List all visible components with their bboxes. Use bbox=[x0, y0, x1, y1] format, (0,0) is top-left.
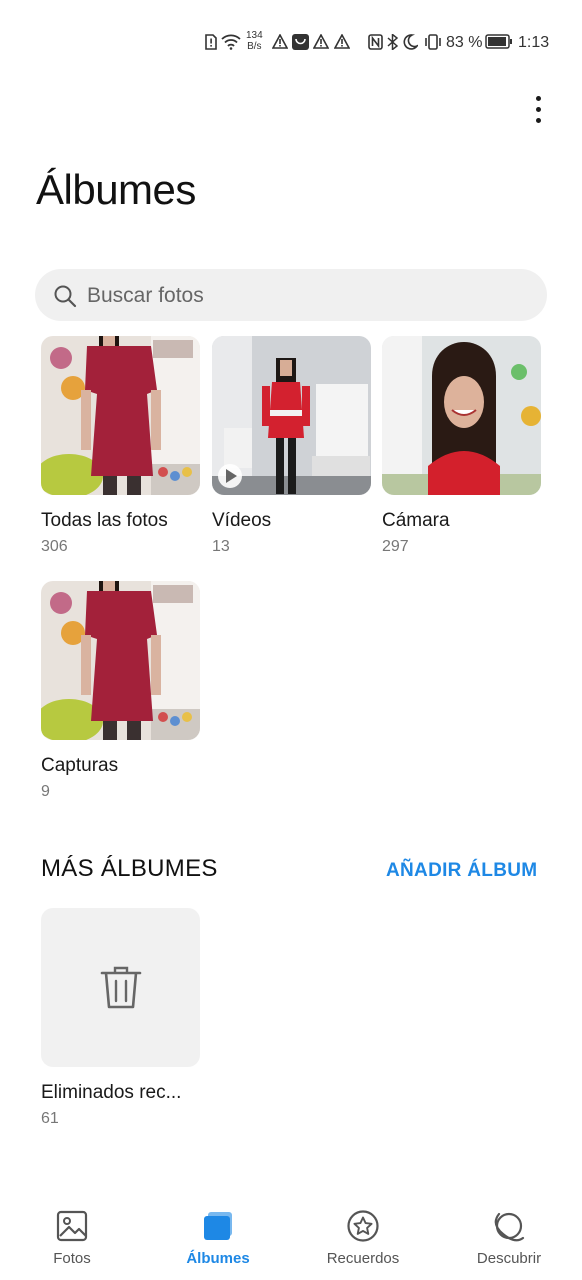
album-name: Cámara bbox=[382, 510, 450, 531]
album-name: Todas las fotos bbox=[41, 510, 168, 531]
trash-icon bbox=[100, 966, 142, 1009]
nav-memories[interactable]: Recuerdos bbox=[303, 1196, 423, 1276]
nav-discover[interactable]: Descubrir bbox=[449, 1196, 569, 1276]
vibrate-icon bbox=[425, 34, 441, 50]
nav-label: Álbumes bbox=[186, 1250, 250, 1267]
album-count: 297 bbox=[382, 538, 409, 555]
album-count: 9 bbox=[41, 783, 50, 800]
status-bar: 134 B/s 83 % 1:13 bbox=[0, 28, 582, 58]
sim-alert-icon bbox=[205, 34, 217, 50]
discover-icon bbox=[494, 1212, 525, 1242]
album-count: 13 bbox=[212, 538, 230, 555]
album-thumbnail bbox=[41, 908, 200, 1067]
wifi-icon bbox=[221, 34, 241, 50]
search-icon bbox=[54, 285, 77, 308]
warning-icon bbox=[313, 34, 329, 49]
search-placeholder: Buscar fotos bbox=[87, 284, 204, 307]
nav-label: Descubrir bbox=[476, 1250, 542, 1267]
bluetooth-icon bbox=[387, 34, 398, 50]
shopping-bag-icon bbox=[292, 34, 309, 50]
nav-label: Fotos bbox=[53, 1250, 91, 1267]
moon-icon bbox=[403, 34, 418, 50]
nav-albums[interactable]: Álbumes bbox=[158, 1196, 278, 1276]
album-name: Vídeos bbox=[212, 510, 272, 531]
photo-icon bbox=[56, 1210, 88, 1242]
net-speed: 134 B/s bbox=[246, 30, 263, 52]
album-thumbnail bbox=[212, 336, 371, 495]
battery-percent: 83 % bbox=[446, 34, 483, 51]
album-count: 306 bbox=[41, 538, 68, 555]
nav-photos[interactable]: Fotos bbox=[12, 1196, 132, 1276]
add-album-button[interactable]: AÑADIR ÁLBUM bbox=[386, 860, 537, 882]
album-thumbnail bbox=[382, 336, 541, 495]
battery-icon bbox=[485, 34, 512, 49]
warning-icon bbox=[272, 34, 288, 49]
warning-icon bbox=[334, 34, 350, 49]
page-title: Álbumes bbox=[36, 166, 196, 213]
albums-icon bbox=[204, 1212, 232, 1240]
search-bar[interactable]: Buscar fotos bbox=[35, 269, 547, 321]
bottom-navigation: Fotos Álbumes Recuerdos Descubrir bbox=[0, 1196, 582, 1280]
album-thumbnail bbox=[41, 336, 200, 495]
album-count: 61 bbox=[41, 1110, 59, 1127]
more-albums-heading: MÁS ÁLBUMES bbox=[41, 855, 218, 882]
clock: 1:13 bbox=[518, 34, 550, 51]
album-name: Eliminados rec... bbox=[41, 1082, 182, 1103]
nfc-icon bbox=[368, 34, 383, 50]
album-name: Capturas bbox=[41, 755, 119, 776]
more-options-icon[interactable] bbox=[526, 94, 550, 126]
nav-label: Recuerdos bbox=[326, 1250, 400, 1267]
star-icon bbox=[347, 1210, 379, 1242]
album-thumbnail bbox=[41, 581, 200, 740]
